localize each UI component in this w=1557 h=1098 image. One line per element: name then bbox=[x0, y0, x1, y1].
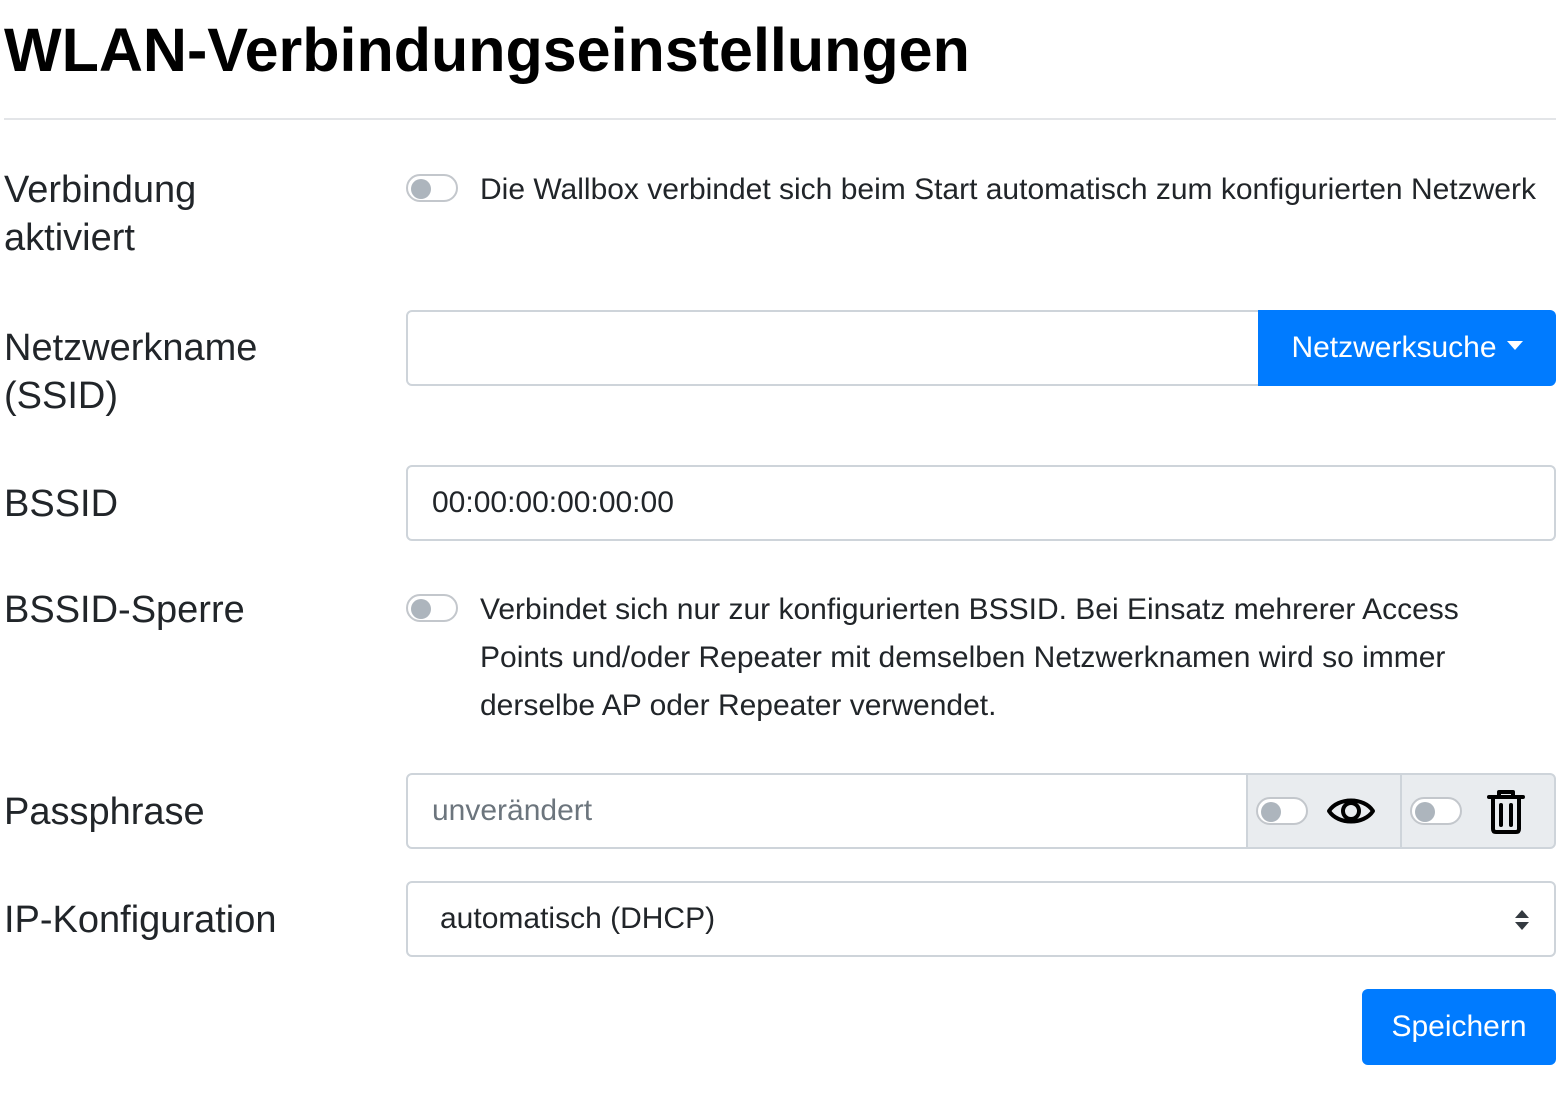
ssid-input[interactable] bbox=[406, 310, 1266, 386]
title-divider bbox=[4, 118, 1556, 120]
switch-knob bbox=[411, 599, 431, 619]
enabled-label: Verbindung aktiviert bbox=[4, 169, 197, 259]
passphrase-label: Passphrase bbox=[4, 791, 205, 833]
ip-config-selected: automatisch (DHCP) bbox=[440, 902, 716, 935]
bssid-label: BSSID bbox=[4, 483, 119, 525]
enabled-row: Verbindung aktiviert Die Wallbox verbind… bbox=[4, 166, 1556, 266]
ip-config-select[interactable]: automatisch (DHCP) bbox=[406, 881, 1556, 957]
bssid-input[interactable] bbox=[406, 465, 1556, 541]
caret-down-icon bbox=[1506, 340, 1523, 350]
trash-icon[interactable] bbox=[1486, 789, 1526, 835]
bssid-lock-description: Verbindet sich nur zur konfigurierten BS… bbox=[480, 593, 1459, 722]
bssid-row: BSSID bbox=[4, 465, 1556, 560]
page-title: WLAN-Verbindungseinstellungen bbox=[4, 16, 970, 84]
network-scan-label: Netzwerksuche bbox=[1291, 331, 1497, 364]
bssid-lock-row: BSSID-Sperre Verbindet sich nur zur konf… bbox=[4, 586, 1556, 736]
ip-config-row: IP-Konfiguration automatisch (DHCP) bbox=[4, 881, 1556, 976]
ssid-row: Netzwerkname (SSID) Netzwerksuche bbox=[4, 310, 1556, 424]
ssid-label: Netzwerkname (SSID) bbox=[4, 327, 258, 417]
bssid-lock-label: BSSID-Sperre bbox=[4, 589, 245, 631]
passphrase-row: Passphrase bbox=[4, 773, 1556, 868]
switch-knob bbox=[1261, 802, 1281, 822]
clear-passphrase-switch[interactable] bbox=[1410, 797, 1462, 825]
show-passphrase-switch[interactable] bbox=[1256, 797, 1308, 825]
ip-config-label: IP-Konfiguration bbox=[4, 899, 277, 941]
select-arrows-icon bbox=[1515, 910, 1529, 930]
enabled-switch[interactable] bbox=[406, 174, 458, 202]
network-scan-button[interactable]: Netzwerksuche bbox=[1258, 310, 1556, 386]
show-passphrase-addon bbox=[1246, 773, 1402, 849]
clear-passphrase-addon bbox=[1400, 773, 1556, 849]
eye-icon[interactable] bbox=[1326, 791, 1376, 831]
switch-knob bbox=[1415, 802, 1435, 822]
enabled-description: Die Wallbox verbindet sich beim Start au… bbox=[480, 173, 1536, 206]
passphrase-input[interactable] bbox=[406, 773, 1248, 849]
save-button[interactable]: Speichern bbox=[1362, 989, 1556, 1065]
switch-knob bbox=[411, 179, 431, 199]
bssid-lock-switch[interactable] bbox=[406, 594, 458, 622]
